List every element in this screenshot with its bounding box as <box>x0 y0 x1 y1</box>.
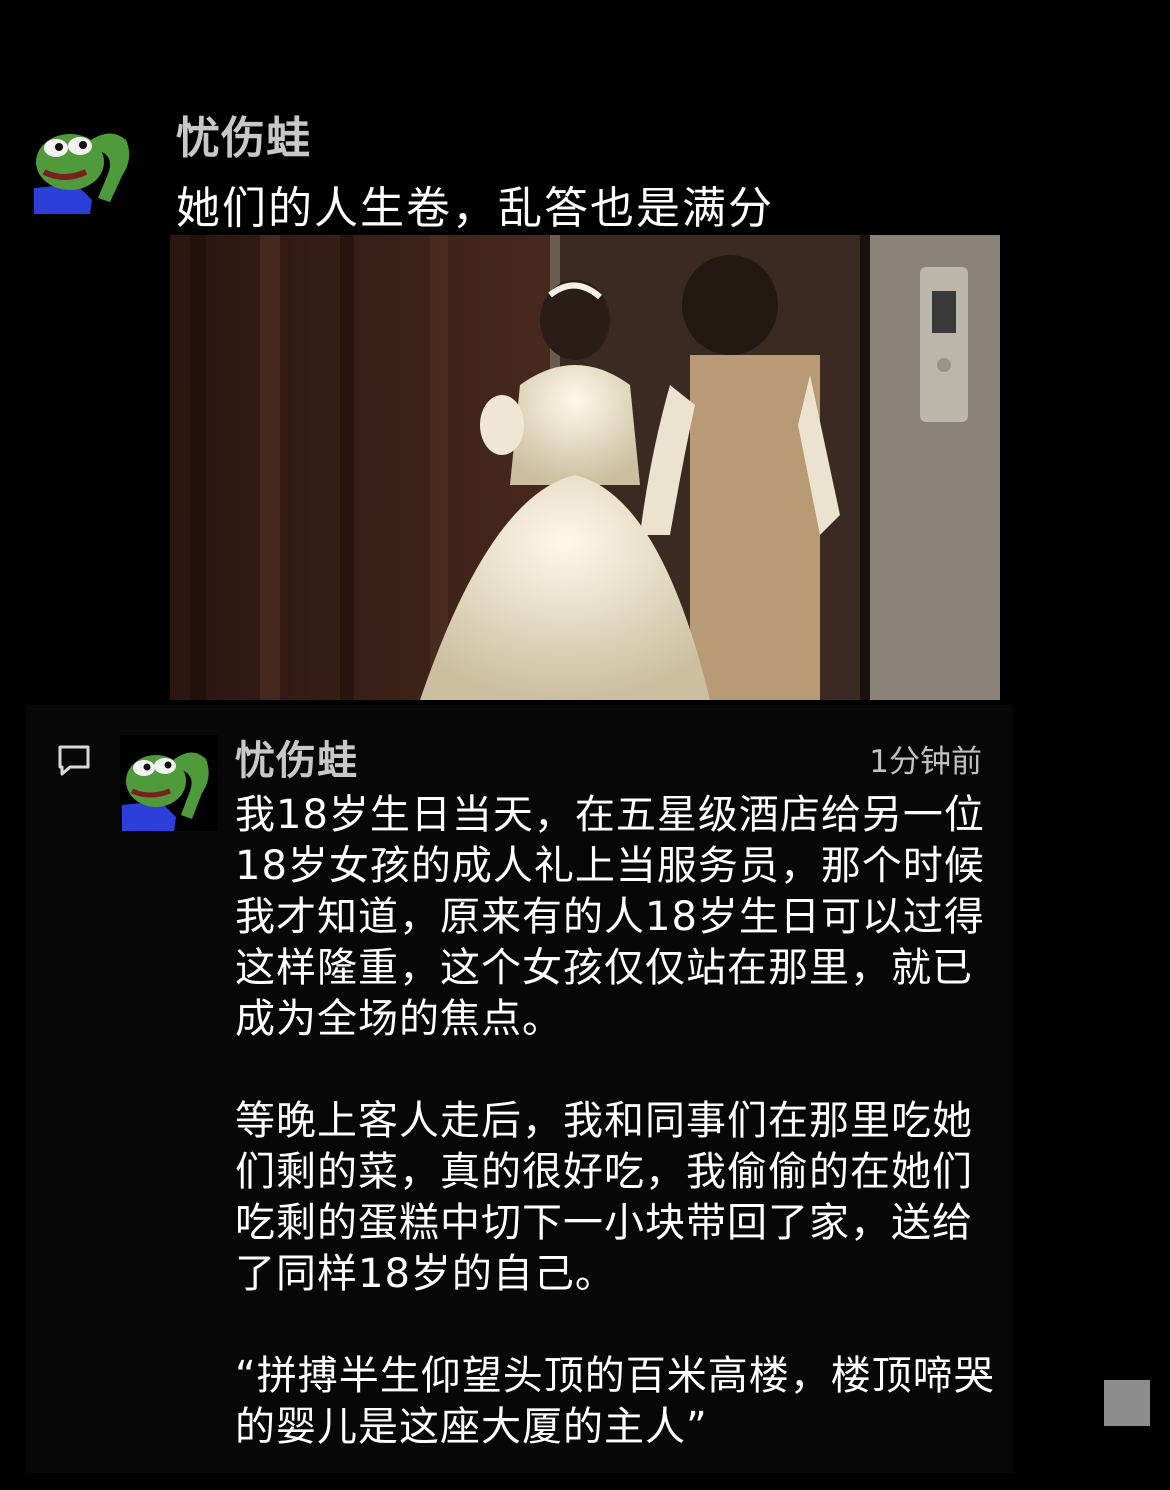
comment-body: 我18岁生日当天，在五星级酒店给另一位18岁女孩的成人礼上当服务员，那个时候我才… <box>235 790 995 1453</box>
comment-paragraph: “拼搏半生仰望头顶的百米高楼，楼顶啼哭的婴儿是这座大厦的主人” <box>235 1353 995 1450</box>
overlay-square[interactable] <box>1104 1380 1150 1426</box>
post-username[interactable]: 忧伤蛙 <box>176 102 311 166</box>
comment-username[interactable]: 忧伤蛙 <box>235 728 358 786</box>
photo-bride-elevator-icon[interactable] <box>170 235 1000 700</box>
pepe-frog-avatar-icon[interactable] <box>120 735 218 831</box>
comment-paragraph: 等晚上客人走后，我和同事们在那里吃她们剩的菜，真的很好吃，我偷偷的在她们吃剩的蛋… <box>235 1098 973 1297</box>
comment-paragraph: 我18岁生日当天，在五星级酒店给另一位18岁女孩的成人礼上当服务员，那个时候我才… <box>235 792 985 1042</box>
comment-timestamp: 1分钟前 <box>869 744 982 780</box>
comment-bubble-icon[interactable] <box>56 743 92 777</box>
pepe-frog-avatar-icon[interactable] <box>30 118 142 214</box>
post: 忧伤蛙 她们的人生卷，乱答也是满分 <box>0 0 1170 705</box>
post-text: 她们的人生卷，乱答也是满分 <box>176 183 774 234</box>
